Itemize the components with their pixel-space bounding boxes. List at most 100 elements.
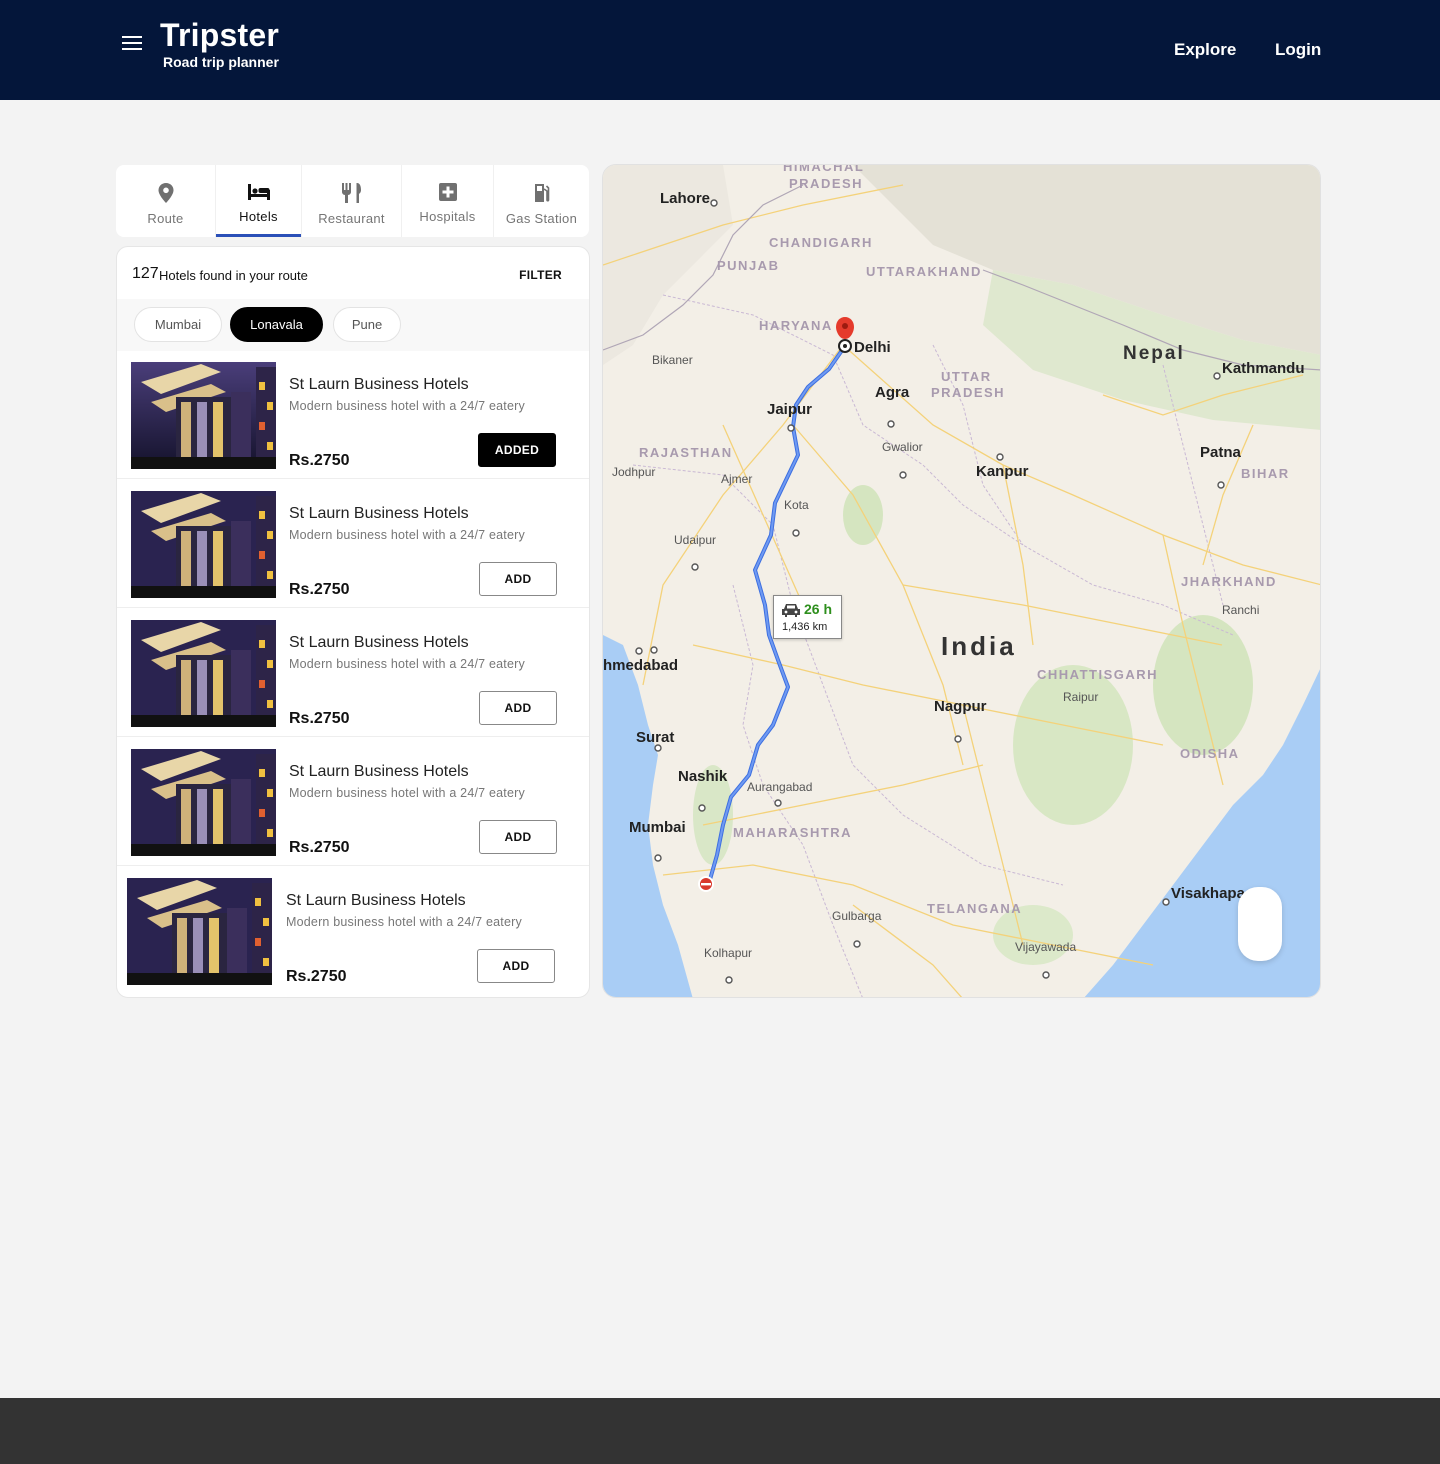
map-label-chhattisgarh: CHHATTISGARH — [1037, 667, 1158, 682]
map-pin-icon — [158, 183, 173, 203]
map-label-maharashtra: MAHARASHTRA — [733, 825, 852, 840]
hotel-price: Rs.2750 — [286, 968, 347, 985]
map-label-ranchi: Ranchi — [1222, 603, 1259, 617]
tab-hospitals-label: Hospitals — [419, 209, 476, 224]
map-label-nagpur: Nagpur — [934, 698, 987, 715]
map-label-punjab: PUNJAB — [717, 258, 779, 273]
map-label-jharkhand: JHARKHAND — [1181, 574, 1277, 589]
page-footer — [0, 1398, 1440, 1464]
map-label-rajasthan: RAJASTHAN — [639, 445, 733, 460]
map-label-himachal: HIMACHAL — [783, 165, 864, 174]
hotel-photo — [131, 362, 276, 469]
hotel-list-item[interactable]: St Laurn Business Hotels Modern business… — [117, 867, 589, 995]
map-drag-handle[interactable] — [1238, 887, 1282, 961]
fuel-pump-icon — [534, 184, 549, 202]
tab-hospitals[interactable]: Hospitals — [402, 165, 494, 237]
tab-restaurant-label: Restaurant — [318, 211, 385, 226]
hotel-list-item[interactable]: St Laurn Business Hotels Modern business… — [117, 609, 589, 737]
hotel-results-panel: 127 Hotels found in your route FILTER Mu… — [116, 246, 590, 998]
map-label-jaipur: Jaipur — [767, 401, 812, 418]
map-label-gulbarga: Gulbarga — [832, 909, 882, 923]
hotel-description: Modern business hotel with a 24/7 eatery — [289, 528, 525, 542]
map-label-haryana: HARYANA — [759, 318, 833, 333]
tab-restaurant[interactable]: Restaurant — [302, 165, 402, 237]
hotel-price: Rs.2750 — [289, 710, 350, 727]
map-label-vijayawada: Vijayawada — [1015, 940, 1076, 954]
map-label-telangana: TELANGANA — [927, 901, 1022, 916]
route-duration: 26 h — [804, 601, 833, 617]
hotel-price: Rs.2750 — [289, 581, 350, 598]
top-navbar: Tripster Road trip planner Explore Login — [0, 0, 1440, 100]
hotel-description: Modern business hotel with a 24/7 eatery — [289, 657, 525, 671]
brand-logo[interactable]: Tripster Road trip planner — [160, 16, 279, 70]
tab-gas-station[interactable]: Gas Station — [494, 165, 589, 237]
map-label-odisha: ODISHA — [1180, 746, 1240, 761]
hotel-add-button[interactable]: ADD — [479, 562, 557, 596]
map-label-lahore: Lahore — [660, 190, 710, 207]
map-label-visakhapatnam: Visakhapa — [1171, 885, 1246, 902]
map-label-ajmer: Ajmer — [721, 472, 752, 486]
map-label-nepal: Nepal — [1123, 343, 1185, 364]
map-label-mumbai: Mumbai — [629, 819, 686, 836]
tab-route[interactable]: Route — [116, 165, 216, 237]
results-header: 127 Hotels found in your route FILTER — [117, 247, 589, 299]
map-label-ahmedabad: hmedabad — [603, 657, 678, 674]
tab-hotels[interactable]: Hotels — [216, 165, 302, 237]
hotel-add-button[interactable]: ADD — [479, 820, 557, 854]
chip-lonavala[interactable]: Lonavala — [230, 307, 323, 342]
hotel-list-item[interactable]: St Laurn Business Hotels Modern business… — [117, 480, 589, 608]
hotel-added-button[interactable]: ADDED — [478, 433, 556, 467]
hotel-name: St Laurn Business Hotels — [289, 634, 469, 651]
hotel-list-item[interactable]: St Laurn Business Hotels Modern business… — [117, 738, 589, 866]
map-label-gwalior: Gwalior — [882, 440, 923, 454]
hotel-name: St Laurn Business Hotels — [289, 505, 469, 522]
nav-explore-link[interactable]: Explore — [1174, 40, 1236, 60]
hotel-name: St Laurn Business Hotels — [289, 763, 469, 780]
nav-login-link[interactable]: Login — [1275, 40, 1321, 60]
hotel-name: St Laurn Business Hotels — [286, 892, 466, 909]
map-label-raipur: Raipur — [1063, 690, 1098, 704]
map-label-kolhapur: Kolhapur — [704, 946, 752, 960]
map-label-india: India — [941, 631, 1017, 661]
fork-knife-icon — [341, 183, 361, 203]
map-label-chandigarh: CHANDIGARH — [769, 235, 873, 250]
filter-button[interactable]: FILTER — [519, 268, 562, 282]
medical-cross-icon — [438, 183, 457, 201]
brand-title: Tripster — [160, 17, 279, 53]
map-label-kathmandu: Kathmandu — [1222, 360, 1305, 377]
map-label-udaipur: Udaipur — [674, 533, 716, 547]
hotel-photo — [131, 620, 276, 727]
hotel-list-item[interactable]: St Laurn Business Hotels Modern business… — [117, 351, 589, 479]
brand-subtitle: Road trip planner — [163, 54, 279, 70]
map-label-surat: Surat — [636, 729, 674, 746]
chip-pune[interactable]: Pune — [333, 307, 401, 342]
map-label-jodhpur: Jodhpur — [612, 465, 655, 479]
map-label-pradesh: PRADESH — [931, 385, 1005, 400]
results-count-label: Hotels found in your route — [159, 268, 308, 283]
hotel-add-button[interactable]: ADD — [479, 691, 557, 725]
route-distance: 1,436 km — [782, 621, 828, 633]
category-tabs: Route Hotels Restaurant Hospitals Gas St… — [116, 165, 589, 237]
hamburger-menu-icon[interactable] — [122, 36, 142, 50]
map-label-kanpur: Kanpur — [976, 463, 1029, 480]
map-label-bikaner: Bikaner — [652, 353, 693, 367]
tab-route-label: Route — [147, 211, 184, 226]
map-label-delhi: Delhi — [854, 339, 891, 356]
hotel-photo — [127, 878, 272, 985]
route-map[interactable]: RAJASTHAN MAHARASHTRA TELANGANA CHHATTIS… — [602, 164, 1321, 998]
map-label-nashik: Nashik — [678, 768, 728, 785]
hotel-add-button[interactable]: ADD — [477, 949, 555, 983]
hotel-photo — [131, 749, 276, 856]
route-summary-box[interactable]: 26 h 1,436 km — [773, 595, 842, 639]
chip-mumbai[interactable]: Mumbai — [134, 307, 222, 342]
hotel-price: Rs.2750 — [289, 839, 350, 856]
hotel-name: St Laurn Business Hotels — [289, 376, 469, 393]
hotel-price: Rs.2750 — [289, 452, 350, 469]
map-label-kota: Kota — [784, 498, 809, 512]
tab-gas-station-label: Gas Station — [505, 211, 578, 226]
city-filter-chips: Mumbai Lonavala Pune — [117, 299, 589, 351]
results-count: 127 — [132, 265, 159, 282]
hotel-description: Modern business hotel with a 24/7 eatery — [289, 786, 525, 800]
bed-icon — [247, 184, 270, 200]
map-label-bihar: BIHAR — [1241, 466, 1290, 481]
